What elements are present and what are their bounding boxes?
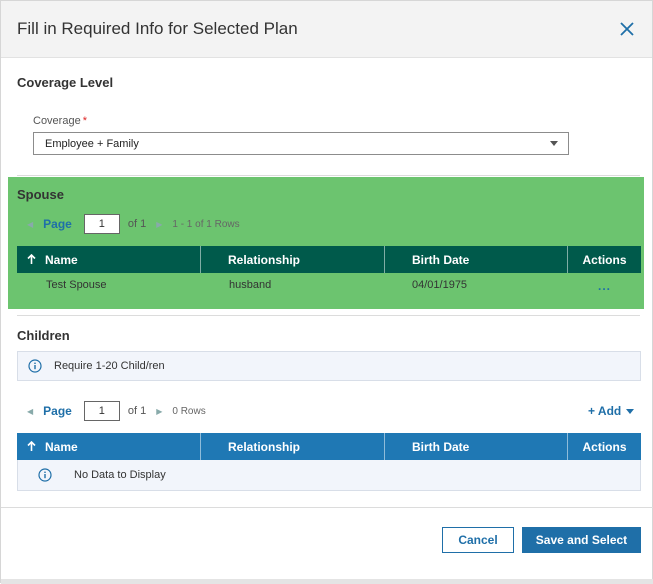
next-page-icon[interactable]: ▶ xyxy=(156,407,162,416)
info-message-text: Require 1-20 Child/ren xyxy=(54,360,165,372)
more-actions-icon[interactable]: ... xyxy=(598,279,611,293)
row-count: 0 Rows xyxy=(172,405,206,417)
column-header-birth-date[interactable]: Birth Date xyxy=(385,246,568,273)
dialog-header: Fill in Required Info for Selected Plan xyxy=(1,1,652,58)
page-label[interactable]: Page xyxy=(43,404,72,418)
column-header-name-label: Name xyxy=(45,252,78,267)
column-header-name[interactable]: Name xyxy=(17,433,201,460)
coverage-label: Coverage * xyxy=(33,115,87,127)
page-number-input[interactable]: 1 xyxy=(83,401,120,421)
sort-up-icon xyxy=(27,254,36,265)
children-info-message: Require 1-20 Child/ren xyxy=(17,351,641,381)
cell-actions: ... xyxy=(568,273,641,297)
cancel-button[interactable]: Cancel xyxy=(442,527,514,553)
cell-birth-date: 04/01/1975 xyxy=(412,279,468,291)
coverage-section-title: Coverage Level xyxy=(17,75,114,90)
column-header-relationship[interactable]: Relationship xyxy=(201,246,385,273)
page-label[interactable]: Page xyxy=(43,217,72,231)
chevron-down-icon xyxy=(626,408,635,414)
column-header-actions: Actions xyxy=(582,252,627,267)
plan-info-dialog: Fill in Required Info for Selected Plan … xyxy=(0,0,653,584)
prev-page-icon[interactable]: ◀ xyxy=(27,220,33,229)
empty-table-message: No Data to Display xyxy=(17,460,641,491)
spouse-table-header: Name Relationship Birth Date Actions xyxy=(17,246,641,273)
row-count: 1 - 1 of 1 Rows xyxy=(172,218,240,230)
dialog-bottom-edge xyxy=(1,579,653,584)
cell-relationship: husband xyxy=(229,279,272,291)
coverage-select[interactable]: Employee + Family xyxy=(33,132,569,155)
spouse-table: Name Relationship Birth Date Actions Tes… xyxy=(17,246,641,297)
add-child-label: + Add xyxy=(588,404,622,418)
info-icon xyxy=(38,468,52,482)
column-header-birth-date[interactable]: Birth Date xyxy=(385,433,568,460)
spouse-pager: ◀ Page 1 of 1 ▶ 1 - 1 of 1 Rows xyxy=(27,214,240,234)
children-pager: ◀ Page 1 of 1 ▶ 0 Rows xyxy=(27,401,206,421)
page-count: of 1 xyxy=(127,405,147,417)
column-header-name-label: Name xyxy=(45,439,78,454)
save-and-select-button[interactable]: Save and Select xyxy=(522,527,641,553)
close-icon[interactable] xyxy=(616,18,638,40)
coverage-label-text: Coverage xyxy=(33,115,81,127)
column-header-actions: Actions xyxy=(582,439,627,454)
dialog-title: Fill in Required Info for Selected Plan xyxy=(17,19,298,38)
cell-name: Test Spouse xyxy=(46,279,107,291)
page-count: of 1 xyxy=(127,218,147,230)
footer-divider xyxy=(1,507,653,508)
required-mark: * xyxy=(82,115,87,127)
section-divider xyxy=(17,175,640,176)
info-icon xyxy=(28,359,42,373)
chevron-down-icon xyxy=(550,141,558,146)
sort-up-icon xyxy=(27,441,36,452)
prev-page-icon[interactable]: ◀ xyxy=(27,407,33,416)
section-divider xyxy=(17,315,640,316)
children-section-title: Children xyxy=(17,328,70,343)
children-table-header: Name Relationship Birth Date Actions xyxy=(17,433,641,460)
spouse-section-title: Spouse xyxy=(17,187,64,202)
add-child-button[interactable]: + Add xyxy=(588,404,635,418)
column-header-relationship[interactable]: Relationship xyxy=(201,433,385,460)
column-header-name[interactable]: Name xyxy=(17,246,201,273)
coverage-selected-value: Employee + Family xyxy=(45,137,139,150)
page-number-input[interactable]: 1 xyxy=(83,214,120,234)
next-page-icon[interactable]: ▶ xyxy=(156,220,162,229)
children-table: Name Relationship Birth Date Actions xyxy=(17,433,641,460)
table-row: Test Spouse husband 04/01/1975 ... xyxy=(17,273,641,297)
empty-message-text: No Data to Display xyxy=(74,469,166,481)
